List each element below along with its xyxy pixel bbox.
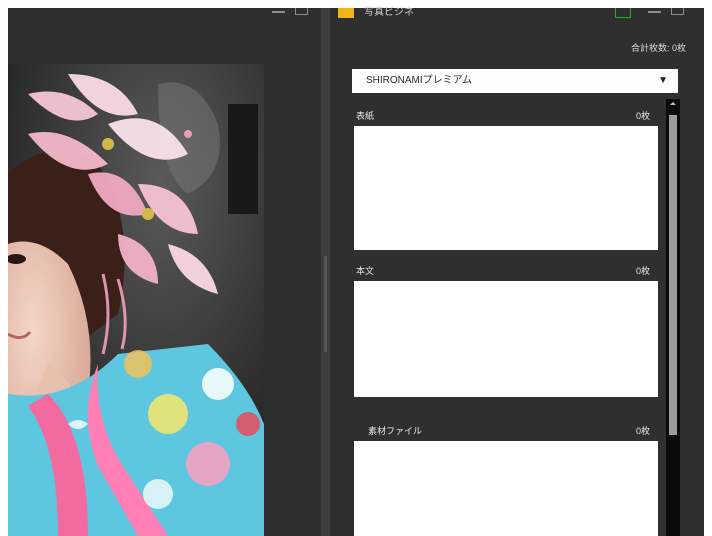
drop-area-cover[interactable] — [354, 126, 658, 250]
total-count-label: 合計枚数: 0枚 — [630, 43, 686, 53]
app-icon — [338, 8, 354, 18]
chevron-down-icon[interactable]: ▼ — [658, 69, 668, 93]
section-count: 0枚 — [635, 266, 650, 276]
minimize-icon[interactable] — [648, 11, 661, 13]
section-label: 表紙 — [356, 111, 375, 121]
drop-area-body[interactable] — [354, 281, 658, 397]
scroll-thumb[interactable] — [669, 115, 677, 435]
drop-area-materials[interactable] — [354, 441, 658, 536]
section-header-body: 本文 0枚 — [356, 264, 656, 278]
minimize-icon[interactable] — [272, 11, 285, 13]
kimono-portrait-image — [8, 64, 264, 536]
splitter-grip[interactable] — [324, 256, 327, 352]
section-header-materials: 素材ファイル 0枚 — [356, 424, 656, 438]
order-panel-window: 写真ビジネ 合計枚数: 0枚 SHIRONAMIプレミアム ▼ 表紙 0枚 本文… — [330, 8, 704, 536]
section-count: 0枚 — [635, 111, 650, 121]
photo-preview-window — [8, 8, 321, 536]
service-select[interactable]: SHIRONAMIプレミアム ▼ — [352, 69, 678, 93]
scroll-up-icon[interactable] — [670, 102, 676, 105]
app-title: 写真ビジネ — [364, 7, 414, 18]
left-window-controls — [272, 8, 308, 16]
photo-preview — [8, 64, 264, 536]
section-label: 素材ファイル — [368, 426, 423, 436]
section-count: 0枚 — [635, 426, 650, 436]
maximize-icon[interactable] — [295, 8, 308, 15]
right-window-controls — [648, 8, 684, 16]
pin-icon[interactable] — [615, 8, 631, 18]
service-select-value: SHIRONAMIプレミアム — [366, 75, 472, 86]
vertical-scrollbar[interactable] — [666, 99, 680, 536]
section-header-cover: 表紙 0枚 — [356, 109, 656, 123]
maximize-icon[interactable] — [671, 8, 684, 15]
section-label: 本文 — [356, 266, 375, 276]
pane-splitter[interactable] — [321, 8, 330, 536]
